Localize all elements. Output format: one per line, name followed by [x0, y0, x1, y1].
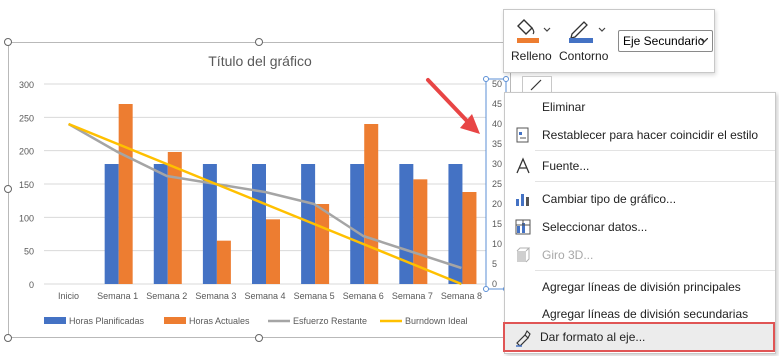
axis-selection-handle [503, 76, 509, 82]
x-tick-label: Semana 6 [343, 291, 384, 301]
bar [350, 164, 365, 284]
format-axis-icon [516, 330, 531, 347]
legend-swatch [44, 317, 66, 324]
fill-label: Relleno [511, 49, 552, 63]
menu-separator [535, 150, 775, 151]
x-tick-label: Semana 8 [441, 291, 482, 301]
pen-outline-icon [569, 21, 606, 43]
bar [266, 219, 280, 284]
y-tick-label: 150 [19, 180, 34, 190]
x-tick-label: Inicio [58, 291, 79, 301]
bar [153, 164, 168, 284]
3d-rotation-icon [516, 247, 531, 263]
legend-label: Horas Actuales [189, 316, 250, 326]
menu-item-select-data[interactable]: Seleccionar datos... [505, 213, 775, 241]
axis-selection-handle [483, 286, 489, 292]
bar [252, 164, 266, 284]
y2-tick-label: 15 [492, 219, 502, 229]
menu-item-label: Restablecer para hacer coincidir el esti… [542, 128, 759, 142]
y2-tick-label: 40 [492, 119, 502, 129]
select-data-icon [515, 219, 531, 235]
menu-item-label: Eliminar [542, 100, 586, 114]
annotation-arrow [426, 78, 480, 134]
y-tick-label: 50 [24, 247, 34, 257]
legend-label: Esfuerzo Restante [293, 316, 367, 326]
y2-tick-label: 35 [492, 139, 502, 149]
menu-item-label: Giro 3D... [542, 248, 594, 262]
outline-label: Contorno [559, 49, 609, 63]
mini-format-toolbar: Relleno Contorno Eje Secundario [503, 9, 715, 73]
axis-selector-dropdown[interactable]: Eje Secundario [618, 30, 713, 52]
bar-series [104, 104, 477, 284]
y2-tick-label: 10 [492, 239, 502, 249]
menu-item-font[interactable]: Fuente... [505, 152, 775, 180]
context-menu: Eliminar Restablecer para hacer coincidi… [504, 92, 776, 354]
y-tick-label: 200 [19, 147, 34, 157]
bar [399, 164, 414, 284]
menu-item-label: Seleccionar datos... [542, 220, 648, 234]
menu-item-label: Agregar líneas de división principales [542, 280, 741, 294]
x-tick-label: Semana 3 [195, 291, 236, 301]
menu-separator [535, 181, 775, 182]
y-tick-label: 100 [19, 213, 34, 223]
x-tick-label: Semana 4 [244, 291, 285, 301]
menu-item-reset-style[interactable]: Restablecer para hacer coincidir el esti… [505, 121, 775, 149]
menu-item-delete[interactable]: Eliminar [505, 93, 775, 121]
y2-tick-label: 25 [492, 179, 502, 189]
change-chart-type-icon [516, 194, 529, 206]
x-tick-label: Semana 2 [146, 291, 187, 301]
menu-item-label: Agregar líneas de división secundarias [542, 307, 749, 321]
x-tick-label: Semana 1 [97, 291, 138, 301]
reset-style-icon [516, 127, 529, 143]
x-tick-label: Semana 7 [392, 291, 433, 301]
y2-tick-label: 0 [492, 279, 497, 289]
menu-item-change-chart-type[interactable]: Cambiar tipo de gráfico... [505, 185, 775, 213]
y2-tick-label: 20 [492, 199, 502, 209]
x-tick-label: Semana 5 [294, 291, 335, 301]
y2-tick-label: 5 [492, 259, 497, 269]
y-tick-label: 0 [29, 280, 34, 290]
bar [118, 104, 133, 284]
y2-tick-label: 45 [492, 99, 502, 109]
legend: Horas Planificadas Horas Actuales Esfuerzo… [44, 316, 468, 326]
bar [315, 204, 330, 284]
legend-label: Burndown Ideal [405, 316, 468, 326]
menu-item-add-major-gridlines[interactable]: Agregar líneas de división principales [505, 273, 775, 301]
axis-selector-value: Eje Secundario [623, 34, 705, 48]
bar [216, 240, 231, 284]
chart-title[interactable]: Título del gráfico [208, 53, 312, 69]
paint-bucket-icon [517, 19, 551, 43]
menu-item-3d-rotation: Giro 3D... [505, 241, 775, 269]
y-tick-label: 250 [19, 113, 34, 123]
menu-item-label: Fuente... [542, 159, 590, 173]
bar [167, 152, 182, 284]
bar [104, 164, 119, 284]
legend-swatch [164, 317, 186, 324]
menu-item-format-axis[interactable]: Dar formato al eje... [503, 322, 775, 352]
bar [364, 124, 379, 284]
legend-label: Horas Planificadas [69, 316, 145, 326]
chevron-down-icon [700, 38, 708, 43]
pencil-icon [530, 79, 542, 91]
excel-chart-context-screenshot: Título del gráfico 0 50 100 150 200 250 300 0 5 1… [0, 0, 779, 356]
y2-tick-label: 50 [492, 79, 502, 89]
font-icon [516, 157, 530, 174]
axis-selection-handle [483, 76, 489, 82]
menu-item-label: Dar formato al eje... [540, 330, 646, 344]
bar [462, 192, 477, 284]
menu-item-label: Cambiar tipo de gráfico... [542, 192, 677, 206]
y2-tick-label: 30 [492, 159, 502, 169]
menu-separator [535, 270, 775, 271]
y-tick-label: 300 [19, 80, 34, 90]
